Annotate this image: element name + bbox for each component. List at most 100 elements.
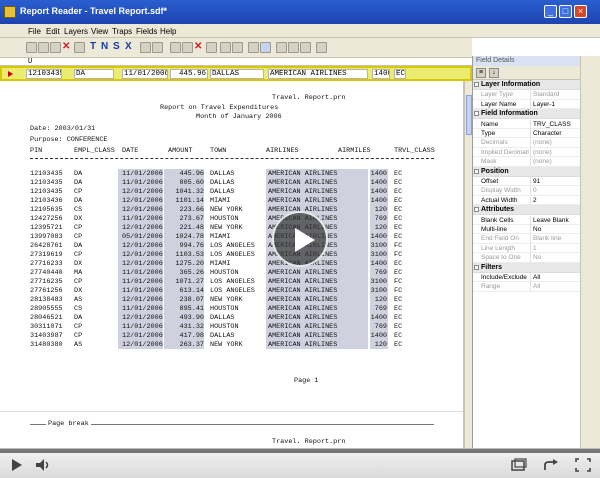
report-view[interactable]: Travel. Report.prn Report on Travel Expe… <box>0 81 464 448</box>
field-cell-town[interactable]: DALLAS <box>210 69 264 79</box>
property-row[interactable]: Range All <box>473 282 581 292</box>
report-scrollbar[interactable] <box>464 81 472 448</box>
table-row[interactable]: 28905555 CS 11/01/2006 895.41 HOUSTON AMERICA… <box>0 305 463 314</box>
play-overlay-button[interactable] <box>272 211 328 267</box>
play-control-icon[interactable] <box>8 457 26 473</box>
section-header[interactable]: Attributes <box>473 205 581 216</box>
property-value[interactable]: 1 <box>530 243 580 253</box>
menu-layers[interactable]: Layers <box>64 27 88 36</box>
property-value[interactable]: All <box>530 273 580 282</box>
copy-icon[interactable] <box>170 42 181 53</box>
property-value[interactable]: 2 <box>530 195 580 205</box>
collapse-icon[interactable] <box>474 111 479 117</box>
redo-icon[interactable] <box>232 42 243 53</box>
progress-bar[interactable] <box>0 449 600 453</box>
property-row[interactable]: Blank Cells Leave Blank <box>473 215 581 225</box>
grid-icon[interactable] <box>300 42 311 53</box>
property-row[interactable]: Layer Type Standard <box>473 90 581 100</box>
property-value[interactable]: Layer-1 <box>530 99 580 109</box>
fullscreen-icon[interactable] <box>574 457 592 473</box>
table-row[interactable]: 31403987 CP 12/01/2006 417.98 DALLAS AMERICAN… <box>0 332 463 341</box>
collapse-icon[interactable] <box>474 82 479 87</box>
table-row[interactable]: 13997083CP05/01/20061024.78MIAMIAMERICAN… <box>0 233 463 242</box>
filter-icon[interactable] <box>152 42 163 53</box>
property-value[interactable]: Leave Blank <box>530 215 580 225</box>
table-row[interactable]: 12103435 CP 12/01/2006 1041.32 DALLAS AMERICA… <box>0 188 463 197</box>
property-row[interactable]: End Field On Blank line <box>473 234 581 244</box>
property-value[interactable]: (none) <box>530 147 580 157</box>
property-row[interactable]: Decimals (none) <box>473 138 581 148</box>
table-row[interactable]: 12103436 DA 12/01/2006 1101.14 MIAMI AMERICAN… <box>0 197 463 206</box>
table-row[interactable]: 27319619CP12/01/20061103.53LOS ANGELESAM… <box>0 251 463 260</box>
toolbar-t-button[interactable]: T <box>90 41 96 52</box>
table-row[interactable]: 30311071 CP 11/01/2006 431.32 HOUSTON AMERICA… <box>0 323 463 332</box>
property-row[interactable]: Space to One No <box>473 253 581 263</box>
property-row[interactable]: Offset 91 <box>473 177 581 187</box>
field-cell-airlines[interactable]: AMERICAN AIRLINES <box>268 69 368 79</box>
field-template-bar[interactable]: 12103435 DA 11/01/2006 445.96 DALLAS AME… <box>0 66 472 81</box>
section-header[interactable]: Field Information <box>473 109 581 120</box>
field-cell-date[interactable]: 11/01/2006 <box>122 69 168 79</box>
delete-icon[interactable]: ✕ <box>62 41 70 52</box>
toolbar-s-button[interactable]: S <box>113 41 120 52</box>
table-row[interactable]: 12103435 DA 11/01/2006 445.96 DALLAS AMERICAN… <box>0 170 463 179</box>
section-header[interactable]: Position <box>473 166 581 177</box>
cut-icon[interactable] <box>182 42 193 53</box>
property-value[interactable]: No <box>530 225 580 234</box>
property-value[interactable]: (none) <box>530 157 580 167</box>
property-row[interactable]: Display Width 0 <box>473 186 581 196</box>
property-value[interactable]: Character <box>530 129 580 138</box>
property-value[interactable]: (none) <box>530 138 580 148</box>
minimize-button[interactable]: _ <box>544 5 557 18</box>
property-row[interactable]: Mask (none) <box>473 157 581 167</box>
property-value[interactable]: TRV_CLASS <box>530 119 580 129</box>
undo-icon[interactable] <box>220 42 231 53</box>
property-row[interactable]: Actual Width 2 <box>473 195 581 206</box>
table-row[interactable]: 28138483 AS 12/01/2006 238.07 NEW YORK AMERIC… <box>0 296 463 305</box>
table-row[interactable]: 28046521 DA 12/01/2006 493.90 DALLAS AMERICAN… <box>0 314 463 323</box>
table-row[interactable]: 27740440 MA 11/01/2006 365.26 HOUSTON AMERICA… <box>0 269 463 278</box>
property-value[interactable]: No <box>530 253 580 263</box>
open-icon[interactable] <box>38 42 49 53</box>
remove-icon[interactable]: ✕ <box>194 41 202 52</box>
categorized-icon[interactable]: ≡ <box>476 68 486 78</box>
table-row[interactable]: 12395721CP12/01/2006221.48NEW YORKAMERIC… <box>0 224 463 233</box>
table-row[interactable]: 27761256 DX 11/01/2006 613.14 LOS ANGELES AME… <box>0 287 463 296</box>
table-row[interactable]: 27716235 CP 11/01/2006 1071.27 LOS ANGELES AM… <box>0 278 463 287</box>
volume-icon[interactable] <box>34 457 52 473</box>
save-icon[interactable] <box>50 42 61 53</box>
section-header[interactable]: Layer Information <box>473 80 581 90</box>
field-cell-empl-class[interactable]: DA <box>74 69 114 79</box>
view-list-icon[interactable] <box>248 42 259 53</box>
menu-view[interactable]: View <box>91 27 108 36</box>
property-row[interactable]: Type Character <box>473 129 581 139</box>
search-icon[interactable] <box>288 42 299 53</box>
table-row[interactable]: 27716233 DX 12/01/2006 1275.20 MIAMI AMERICAN… <box>0 260 463 269</box>
menu-traps[interactable]: Traps <box>112 27 132 36</box>
property-value[interactable]: Blank line <box>530 234 580 244</box>
table-row[interactable]: 12427256DX11/01/2006273.67HOUSTONAMERICA… <box>0 215 463 224</box>
new-icon[interactable] <box>26 42 37 53</box>
paste-icon[interactable] <box>206 42 217 53</box>
property-row[interactable]: Multi-line No <box>473 225 581 235</box>
property-row[interactable]: Include/Exclude All <box>473 273 581 283</box>
menu-fields[interactable]: Fields <box>136 27 157 36</box>
toolbar-x-button[interactable]: X <box>125 41 132 52</box>
field-cell-airmiles[interactable]: 1400 <box>372 69 390 79</box>
collapse-icon[interactable] <box>474 264 479 270</box>
maximize-button[interactable]: □ <box>559 5 572 18</box>
field-cell-amount[interactable]: 445.96 <box>170 69 208 79</box>
property-row[interactable]: Implied Decimals (none) <box>473 147 581 158</box>
collapse-icon[interactable] <box>474 168 479 174</box>
popout-icon[interactable] <box>510 457 528 473</box>
table-row[interactable]: 12105635 CS 12/01/2006 223.66 NEW YORK AMERIC… <box>0 206 463 215</box>
share-icon[interactable] <box>542 457 560 473</box>
sort-az-icon[interactable]: ↓ <box>489 68 499 78</box>
table-row[interactable]: 26428761DA12/01/2006994.76LOS ANGELESAME… <box>0 242 463 251</box>
property-value[interactable]: Standard <box>530 90 580 100</box>
collapse-icon[interactable] <box>474 207 479 213</box>
panel-scrollbar[interactable] <box>580 56 600 448</box>
table-row[interactable]: 12103435 DA 11/01/2006 805.60 DALLAS AMERICAN… <box>0 179 463 188</box>
zoom-icon[interactable] <box>276 42 287 53</box>
menu-help[interactable]: Help <box>160 27 176 36</box>
